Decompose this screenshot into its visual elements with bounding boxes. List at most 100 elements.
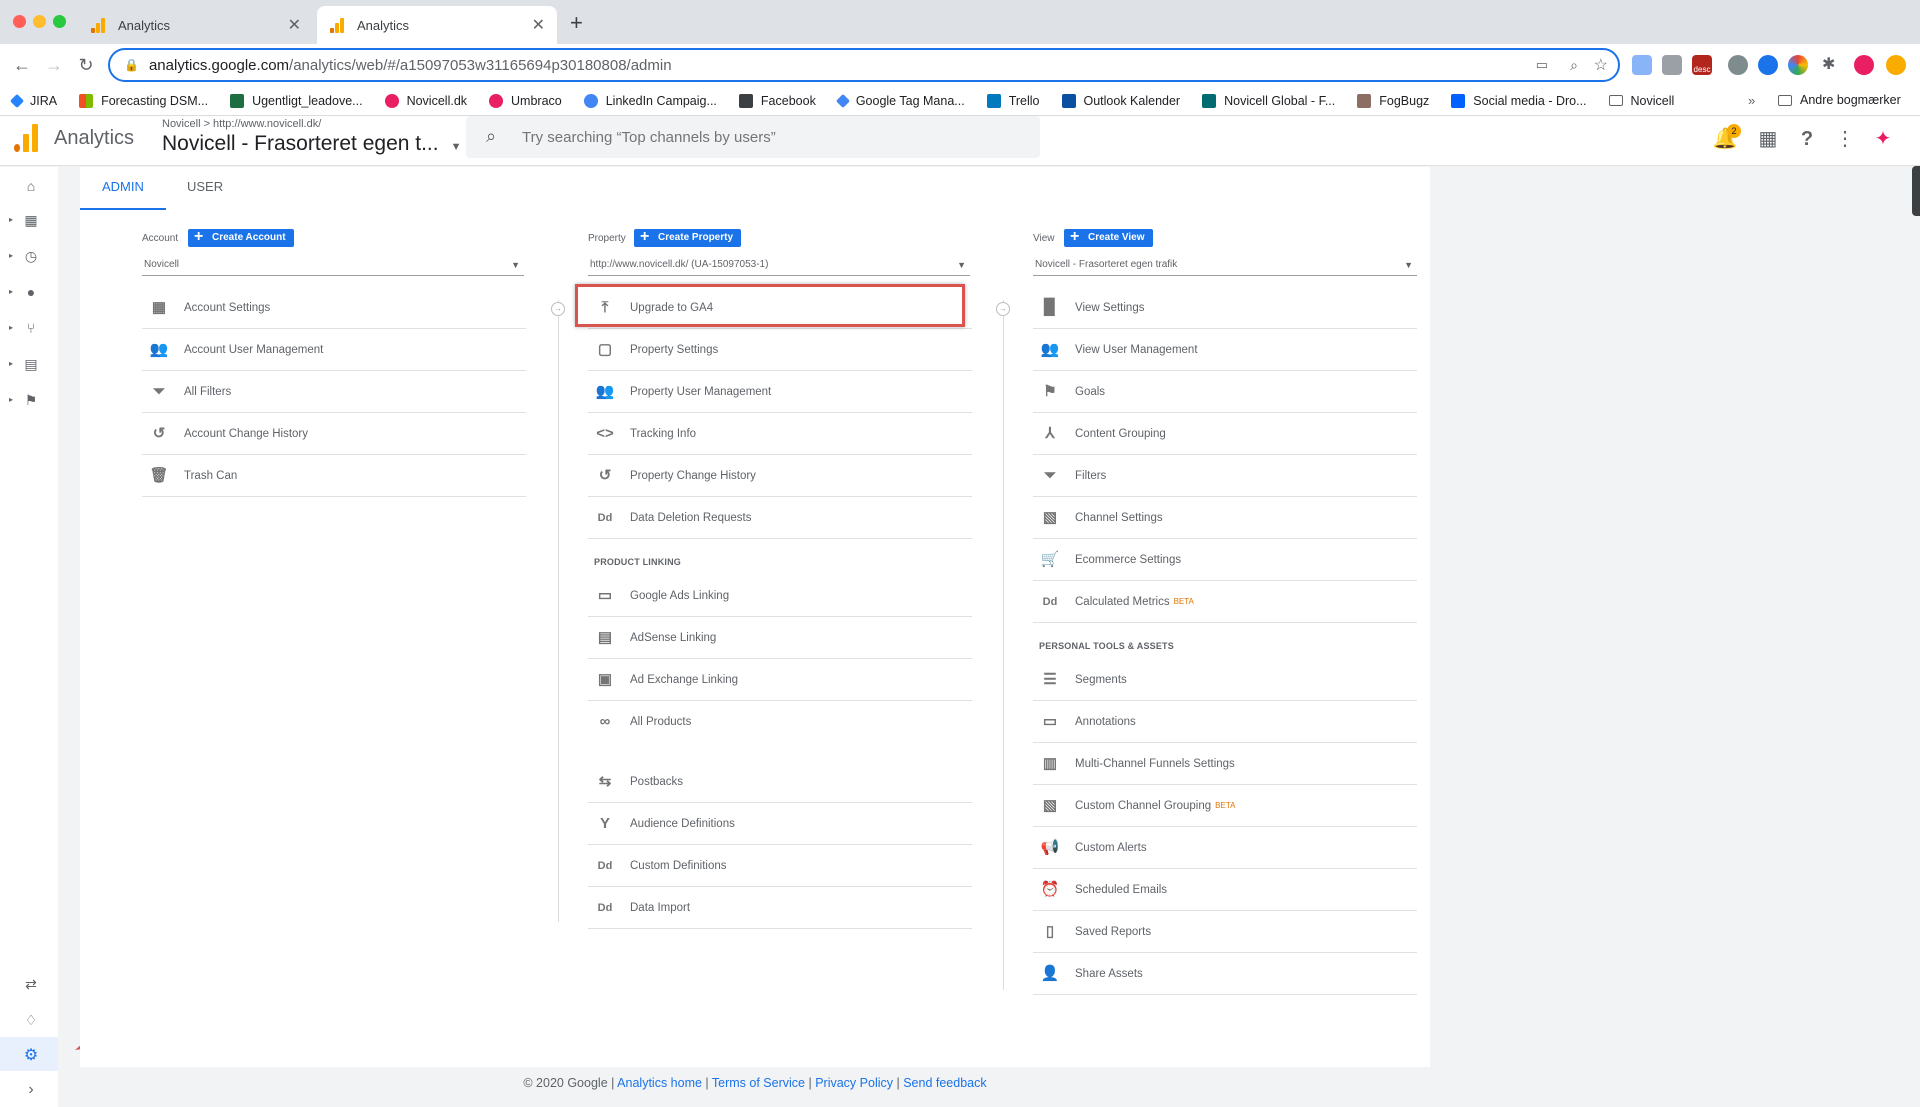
acquisition-icon[interactable]: ⑂ — [22, 319, 40, 337]
home-icon[interactable]: ⌂ — [22, 177, 40, 195]
view-user-management-item[interactable]: 👥 View User Management — [1033, 329, 1417, 371]
reload-icon[interactable]: ↻ — [74, 53, 98, 77]
expand-arrow-icon[interactable]: ▸ — [9, 287, 13, 296]
bookmark-google-tag-manager[interactable]: Google Tag Mana... — [835, 93, 965, 108]
expand-arrow-icon[interactable]: ▸ — [9, 251, 13, 260]
channel-settings-item[interactable]: ▧ Channel Settings — [1033, 497, 1417, 539]
bookmark-outlook[interactable]: Outlook Kalender — [1061, 93, 1180, 108]
more-vert-icon[interactable]: ⋮ — [1832, 126, 1858, 152]
property-select[interactable]: http://www.novicell.dk/ (UA-15097053-1) ▼ — [588, 254, 970, 276]
close-tab-icon[interactable]: ✕ — [532, 15, 545, 35]
view-select[interactable]: Novicell - Frasorteret egen trafik ▼ — [1033, 254, 1417, 276]
close-tab-icon[interactable]: ✕ — [288, 15, 301, 35]
share-assets-item[interactable]: 👤 Share Assets — [1033, 953, 1417, 995]
analytics-logo-icon[interactable] — [14, 124, 38, 152]
privacy-link[interactable]: Privacy Policy — [815, 1076, 893, 1090]
property-name-selector[interactable]: Novicell - Frasorteret egen t... ▼ — [162, 132, 462, 156]
analytics-home-link[interactable]: Analytics home — [617, 1076, 702, 1090]
bookmark-forecasting[interactable]: Forecasting DSM... — [79, 93, 208, 108]
segments-item[interactable]: ☰ Segments — [1033, 659, 1417, 701]
data-import-item[interactable]: Dd Data Import — [588, 887, 972, 929]
expand-arrow-icon[interactable]: ▸ — [9, 323, 13, 332]
all-products-item[interactable]: ∞ All Products — [588, 701, 972, 743]
create-view-button[interactable]: Create View — [1064, 228, 1153, 247]
create-account-button[interactable]: Create Account — [188, 228, 294, 247]
search-input[interactable]: ⌕ Try searching “Top channels by users” — [466, 116, 1040, 158]
bookmark-novicell-dk[interactable]: Novicell.dk — [384, 93, 467, 108]
puzzle-icon[interactable]: ✱ — [1822, 54, 1835, 74]
bookmarks-overflow-icon[interactable]: » — [1748, 93, 1755, 108]
calculated-metrics-item[interactable]: Dd Calculated Metrics BETA — [1033, 581, 1417, 623]
new-tab-button[interactable]: + — [570, 10, 583, 36]
minimize-window-button[interactable] — [33, 15, 46, 28]
goals-item[interactable]: ⚑ Goals — [1033, 371, 1417, 413]
extension-icon[interactable] — [1758, 55, 1778, 75]
create-property-button[interactable]: Create Property — [634, 228, 742, 247]
bookmark-ugentligt[interactable]: Ugentligt_leadove... — [230, 93, 363, 108]
behavior-icon[interactable]: ▤ — [22, 355, 40, 373]
bookmark-trello[interactable]: Trello — [986, 93, 1040, 108]
tab-admin[interactable]: ADMIN — [80, 170, 166, 210]
bookmark-novicell-folder[interactable]: Novicell — [1608, 94, 1674, 108]
trash-can-item[interactable]: 🗑 Trash Can — [142, 455, 526, 497]
breadcrumb[interactable]: Novicell > http://www.novicell.dk/ — [162, 118, 321, 130]
side-panel-handle[interactable] — [1912, 166, 1920, 216]
account-user-management-item[interactable]: 👥 Account User Management — [142, 329, 526, 371]
tab-user[interactable]: USER — [165, 170, 245, 210]
postbacks-item[interactable]: ⇆ Postbacks — [588, 761, 972, 803]
saved-reports-item[interactable]: ▯ Saved Reports — [1033, 911, 1417, 953]
forward-arrow-icon[interactable]: → — [42, 53, 66, 77]
content-grouping-item[interactable]: ⅄ Content Grouping — [1033, 413, 1417, 455]
other-bookmarks-folder[interactable]: Andre bogmærker — [1778, 93, 1901, 107]
audience-person-icon[interactable]: ● — [22, 283, 40, 301]
customization-icon[interactable]: ▦ — [22, 211, 40, 229]
account-settings-item[interactable]: ▦ Account Settings — [142, 287, 526, 329]
expand-nav-chevron-icon[interactable]: › — [22, 1081, 40, 1099]
custom-channel-grouping-item[interactable]: ▧ Custom Channel Grouping BETA — [1033, 785, 1417, 827]
close-window-button[interactable] — [13, 15, 26, 28]
zoom-icon[interactable]: ⌕ — [1570, 57, 1578, 74]
google-ads-linking-item[interactable]: ▭ Google Ads Linking — [588, 575, 972, 617]
admin-gear-icon[interactable]: ⚙ — [22, 1047, 40, 1065]
help-icon[interactable]: ? — [1794, 126, 1820, 152]
profile-extension-icon[interactable] — [1854, 55, 1874, 75]
bookmark-umbraco[interactable]: Umbraco — [489, 93, 562, 108]
view-settings-item[interactable]: ▉ View Settings — [1033, 287, 1417, 329]
bookmark-facebook[interactable]: Facebook — [738, 93, 816, 108]
scheduled-emails-item[interactable]: ⏰ Scheduled Emails — [1033, 869, 1417, 911]
code-extension-icon[interactable] — [1662, 55, 1682, 75]
bookmark-fogbugz[interactable]: FogBugz — [1357, 93, 1429, 108]
tracking-info-item[interactable]: <> Tracking Info — [588, 413, 972, 455]
custom-alerts-item[interactable]: 📢 Custom Alerts — [1033, 827, 1417, 869]
expand-arrow-icon[interactable]: ▸ — [9, 215, 13, 224]
attribution-icon[interactable]: ⇄ — [22, 975, 40, 993]
bookmark-novicell-global[interactable]: Novicell Global - F... — [1202, 93, 1335, 108]
audience-definitions-item[interactable]: Y Audience Definitions — [588, 803, 972, 845]
ecommerce-settings-item[interactable]: 🛒 Ecommerce Settings — [1033, 539, 1417, 581]
extension-icon[interactable] — [1632, 55, 1652, 75]
send-feedback-link[interactable]: Send feedback — [903, 1076, 986, 1090]
address-bar[interactable]: 🔒 analytics.google.com/analytics/web/#/a… — [108, 48, 1620, 82]
data-deletion-requests-item[interactable]: Dd Data Deletion Requests — [588, 497, 972, 539]
property-user-management-item[interactable]: 👥 Property User Management — [588, 371, 972, 413]
expand-arrow-icon[interactable]: ▸ — [9, 359, 13, 368]
bookmark-star-icon[interactable]: ☆ — [1594, 55, 1608, 75]
all-filters-item[interactable]: ⏷ All Filters — [142, 371, 526, 413]
extension-icon[interactable] — [1728, 55, 1748, 75]
color-extension-icon[interactable] — [1788, 55, 1808, 75]
apps-grid-icon[interactable]: ▦ — [1755, 126, 1781, 152]
ad-exchange-linking-item[interactable]: ▣ Ad Exchange Linking — [588, 659, 972, 701]
bookmark-social-media[interactable]: Social media - Dro... — [1451, 93, 1587, 108]
realtime-clock-icon[interactable]: ◷ — [22, 247, 40, 265]
account-select[interactable]: Novicell ▼ — [142, 254, 524, 276]
discover-lightbulb-icon[interactable]: ♢ — [22, 1011, 40, 1029]
account-avatar-icon[interactable]: ✦ — [1870, 126, 1896, 152]
custom-definitions-item[interactable]: Dd Custom Definitions — [588, 845, 972, 887]
filters-item[interactable]: ⏷ Filters — [1033, 455, 1417, 497]
bookmark-linkedin[interactable]: LinkedIn Campaig... — [583, 93, 717, 108]
multi-channel-funnels-settings-item[interactable]: ▥ Multi-Channel Funnels Settings — [1033, 743, 1417, 785]
extension-icon[interactable] — [1886, 55, 1906, 75]
property-change-history-item[interactable]: ↺ Property Change History — [588, 455, 972, 497]
cast-icon[interactable]: ▭ — [1536, 57, 1548, 73]
notifications-bell-icon[interactable]: 🔔 2 — [1712, 124, 1741, 152]
